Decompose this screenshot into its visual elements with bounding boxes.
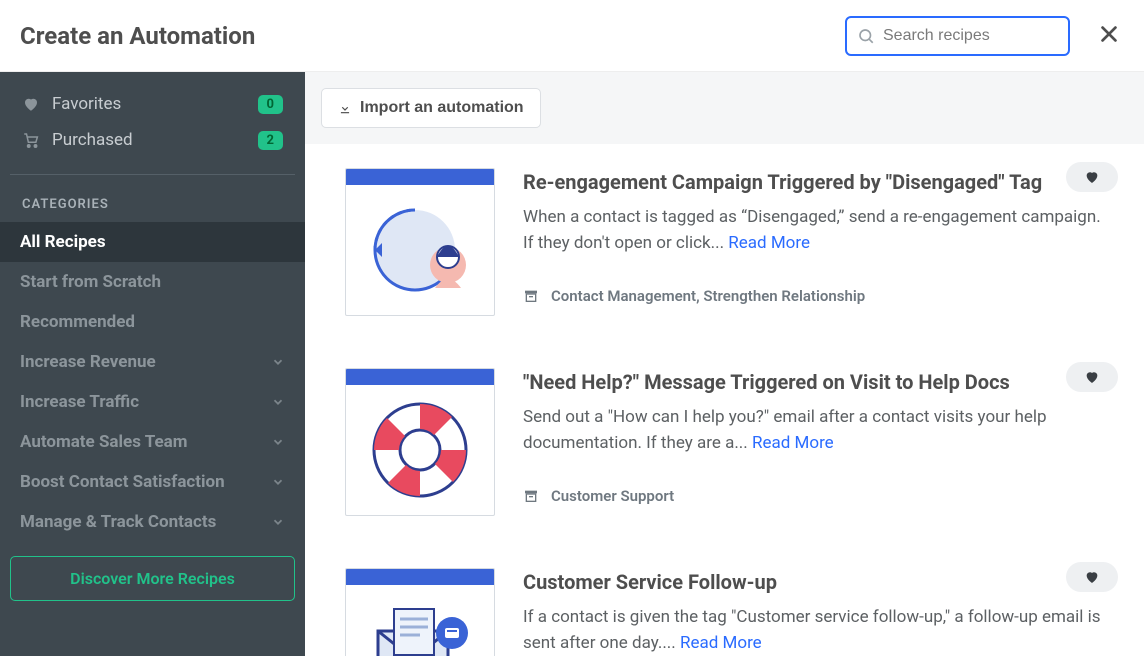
category-manage-track-contacts[interactable]: Manage & Track Contacts	[0, 502, 305, 542]
recipe-content: Customer Service Follow-up If a contact …	[523, 568, 1110, 656]
modal-header: Create an Automation	[0, 0, 1144, 72]
header-actions	[845, 16, 1124, 56]
sidebar-favorites[interactable]: Favorites 0	[10, 86, 295, 122]
cart-icon	[22, 131, 40, 149]
category-label: Start from Scratch	[20, 272, 161, 292]
category-label: Increase Traffic	[20, 392, 139, 412]
category-label: Manage & Track Contacts	[20, 512, 216, 532]
category-increase-traffic[interactable]: Increase Traffic	[0, 382, 305, 422]
recipe-title: "Need Help?" Message Triggered on Visit …	[523, 370, 1110, 394]
close-button[interactable]	[1094, 19, 1124, 53]
category-label: Increase Revenue	[20, 352, 156, 372]
import-automation-button[interactable]: Import an automation	[321, 88, 541, 128]
read-more-link[interactable]: Read More	[752, 433, 834, 453]
read-more-link[interactable]: Read More	[680, 633, 762, 653]
recipe-description: Send out a "How can I help you?" email a…	[523, 404, 1110, 457]
category-label: Automate Sales Team	[20, 432, 188, 452]
sidebar-favorites-label: Favorites	[52, 94, 121, 114]
sidebar: Favorites 0 Purchased 2 CATEGORIES All R…	[0, 72, 305, 656]
recipe-tags-text: Contact Management, Strengthen Relations…	[551, 287, 865, 305]
recipe-card[interactable]: "Need Help?" Message Triggered on Visit …	[305, 344, 1138, 544]
chevron-down-icon	[271, 515, 285, 529]
search-icon	[857, 27, 875, 45]
heart-icon	[1084, 169, 1100, 185]
chevron-down-icon	[271, 475, 285, 489]
category-start-from-scratch[interactable]: Start from Scratch	[0, 262, 305, 302]
category-label: All Recipes	[20, 232, 106, 252]
favorites-count-badge: 0	[258, 95, 283, 114]
heart-icon	[22, 95, 40, 113]
category-boost-contact-satisfaction[interactable]: Boost Contact Satisfaction	[0, 462, 305, 502]
read-more-link[interactable]: Read More	[728, 233, 810, 253]
page-title: Create an Automation	[20, 22, 255, 50]
category-increase-revenue[interactable]: Increase Revenue	[0, 342, 305, 382]
recipe-list[interactable]: Re-engagement Campaign Triggered by "Dis…	[305, 144, 1144, 656]
purchased-count-badge: 2	[258, 131, 283, 150]
archive-icon	[523, 488, 539, 504]
discover-more-button[interactable]: Discover More Recipes	[10, 556, 295, 601]
sidebar-purchased[interactable]: Purchased 2	[10, 122, 295, 158]
recipe-content: "Need Help?" Message Triggered on Visit …	[523, 368, 1110, 505]
category-automate-sales-team[interactable]: Automate Sales Team	[0, 422, 305, 462]
category-label: Recommended	[20, 312, 135, 332]
reengagement-art-icon	[360, 195, 480, 305]
followup-art-icon	[360, 595, 480, 656]
category-all-recipes[interactable]: All Recipes	[0, 222, 305, 262]
modal-body: Favorites 0 Purchased 2 CATEGORIES All R…	[0, 72, 1144, 656]
recipe-thumbnail	[345, 168, 495, 316]
favorite-toggle[interactable]	[1066, 362, 1118, 392]
import-automation-label: Import an automation	[360, 99, 524, 117]
favorite-toggle[interactable]	[1066, 162, 1118, 192]
close-icon	[1098, 23, 1120, 45]
heart-icon	[1084, 369, 1100, 385]
recipe-title: Customer Service Follow-up	[523, 570, 1110, 594]
recipe-description: When a contact is tagged as “Disengaged,…	[523, 204, 1110, 257]
recipe-content: Re-engagement Campaign Triggered by "Dis…	[523, 168, 1110, 305]
main-toolbar: Import an automation	[305, 72, 1144, 144]
main-panel: Import an automation	[305, 72, 1144, 656]
chevron-down-icon	[271, 395, 285, 409]
recipe-card[interactable]: Re-engagement Campaign Triggered by "Dis…	[305, 144, 1138, 344]
search-input[interactable]	[883, 27, 1058, 45]
categories-header: CATEGORIES	[0, 175, 305, 222]
recipe-thumbnail	[345, 568, 495, 656]
chevron-down-icon	[271, 355, 285, 369]
recipe-title: Re-engagement Campaign Triggered by "Dis…	[523, 170, 1110, 194]
recipe-tags-text: Customer Support	[551, 487, 674, 505]
chevron-down-icon	[271, 435, 285, 449]
recipe-card[interactable]: Customer Service Follow-up If a contact …	[305, 544, 1138, 656]
sidebar-purchased-label: Purchased	[52, 130, 133, 150]
recipe-tags: Customer Support	[523, 487, 1110, 505]
favorite-toggle[interactable]	[1066, 562, 1118, 592]
recipe-tags: Contact Management, Strengthen Relations…	[523, 287, 1110, 305]
archive-icon	[523, 288, 539, 304]
category-recommended[interactable]: Recommended	[0, 302, 305, 342]
category-label: Boost Contact Satisfaction	[20, 472, 225, 492]
recipe-description: If a contact is given the tag "Customer …	[523, 604, 1110, 656]
search-input-wrap[interactable]	[845, 16, 1070, 56]
download-icon	[338, 101, 352, 115]
heart-icon	[1084, 569, 1100, 585]
recipe-thumbnail	[345, 368, 495, 516]
lifesaver-art-icon	[365, 395, 475, 505]
